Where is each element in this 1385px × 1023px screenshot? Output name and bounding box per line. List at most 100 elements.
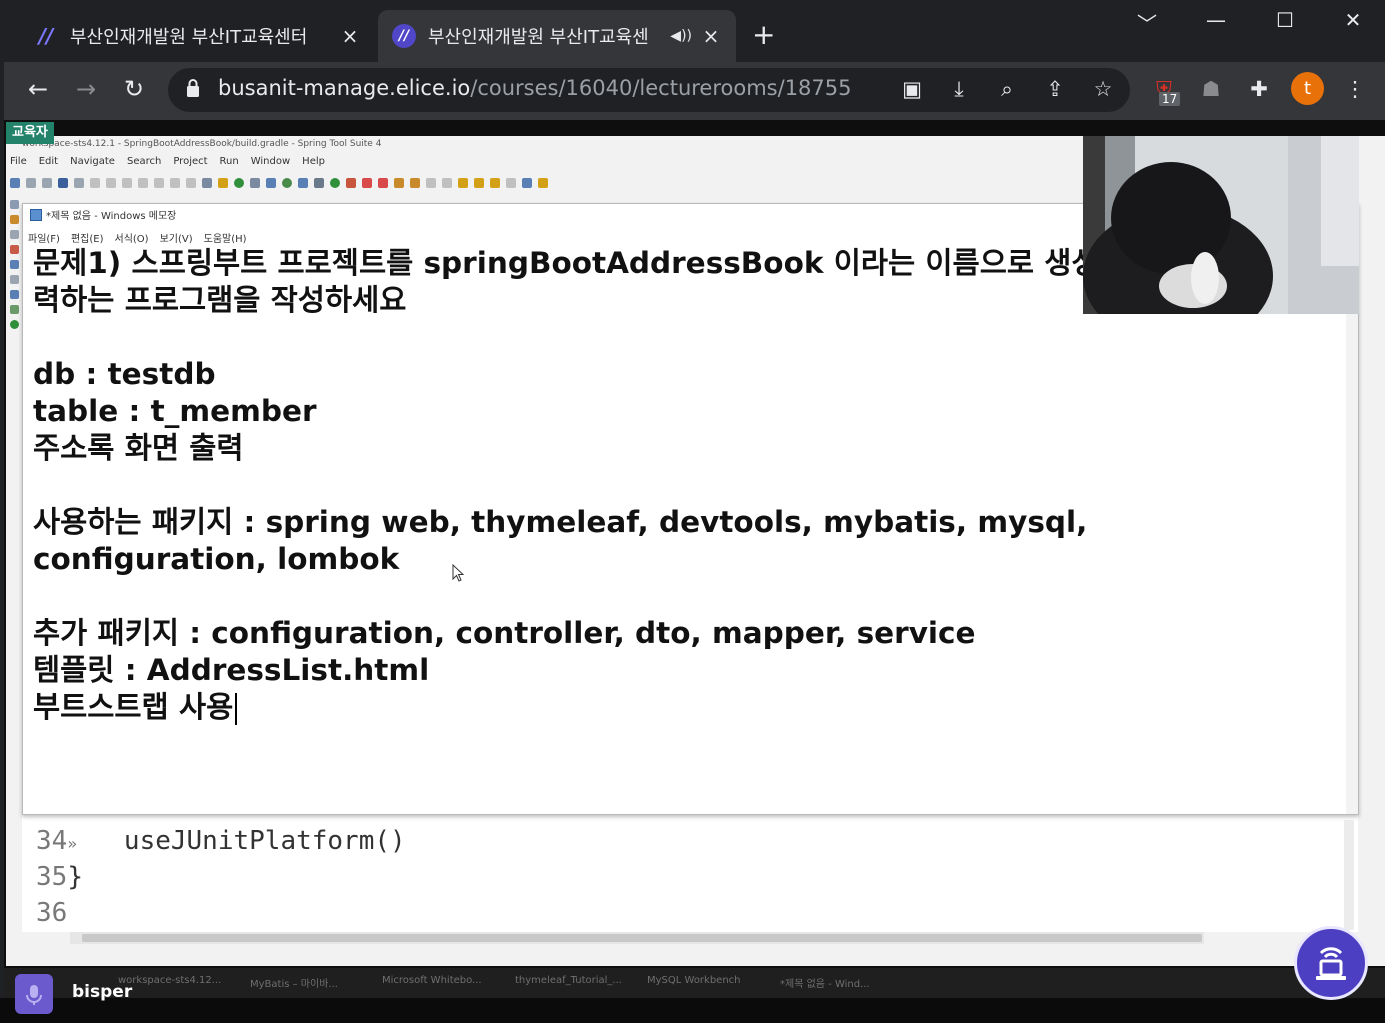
tasks-icon[interactable] bbox=[9, 230, 19, 239]
robot-extension-icon[interactable]: ☗ bbox=[1196, 76, 1226, 102]
forward-arrow-icon[interactable]: → bbox=[69, 74, 103, 104]
sts-menu-navigate[interactable]: Navigate bbox=[70, 156, 115, 167]
debug-icon[interactable] bbox=[314, 178, 324, 188]
notepad-menu-format[interactable]: 서식(O) bbox=[115, 230, 149, 245]
skip-breakpoints-icon[interactable] bbox=[74, 178, 84, 188]
more-menu-icon[interactable]: ⋮ bbox=[1340, 76, 1370, 102]
build-icon[interactable] bbox=[394, 178, 404, 188]
remote-control-button[interactable] bbox=[1294, 926, 1368, 1000]
servers-icon[interactable] bbox=[9, 275, 19, 284]
problems-icon[interactable] bbox=[9, 245, 19, 254]
search-icon[interactable] bbox=[298, 178, 308, 188]
profile-avatar[interactable]: t bbox=[1291, 72, 1324, 105]
run-external-icon[interactable] bbox=[346, 178, 356, 188]
spring-boot-icon[interactable] bbox=[234, 178, 244, 188]
back-arrow-icon[interactable]: ← bbox=[21, 74, 55, 104]
disconnect-icon[interactable] bbox=[138, 178, 148, 188]
step-over-icon[interactable] bbox=[170, 178, 180, 188]
notepad-scrollbar[interactable] bbox=[1346, 246, 1358, 814]
browser-tab-1[interactable]: // 부산인재개발원 부산IT교육센터 × bbox=[20, 10, 375, 62]
back-nav-icon[interactable] bbox=[490, 178, 500, 188]
browser-tab-2-active[interactable]: // 부산인재개발원 부산IT교육센 ◀)) × bbox=[378, 10, 736, 62]
new-server-icon[interactable] bbox=[250, 178, 260, 188]
last-edit-icon[interactable] bbox=[474, 178, 484, 188]
tab-close-icon[interactable]: × bbox=[700, 24, 722, 48]
pin-icon[interactable] bbox=[426, 178, 436, 188]
open-task-icon[interactable] bbox=[218, 178, 228, 188]
notepad-app-icon bbox=[30, 208, 42, 221]
spring-icon[interactable] bbox=[9, 320, 19, 329]
bookmark-star-icon[interactable]: ☆ bbox=[1088, 76, 1118, 102]
taskbar-item[interactable]: Microsoft Whitebo... bbox=[382, 975, 482, 986]
new-tab-button[interactable]: + bbox=[752, 20, 775, 50]
sts-menu-help[interactable]: Help bbox=[302, 156, 325, 167]
editor-vertical-scrollbar[interactable] bbox=[1344, 820, 1354, 930]
terminal-icon[interactable] bbox=[58, 178, 68, 188]
notepad-menu-view[interactable]: 보기(V) bbox=[160, 230, 193, 245]
mouse-cursor-icon bbox=[452, 564, 465, 582]
tab-close-icon[interactable]: × bbox=[339, 24, 361, 48]
notepad-menu-file[interactable]: 파일(F) bbox=[28, 230, 60, 245]
open-console-icon[interactable] bbox=[522, 178, 532, 188]
tab-title: 부산인재개발원 부산IT교육센터 bbox=[70, 27, 308, 48]
notepad-menu-edit[interactable]: 편집(E) bbox=[71, 230, 104, 245]
reload-icon[interactable]: ↻ bbox=[117, 74, 151, 104]
taskbar-item[interactable]: workspace-sts4.12... bbox=[118, 975, 221, 986]
url-text[interactable]: busanit-manage.elice.io/courses/16040/le… bbox=[218, 76, 852, 100]
stop-icon[interactable] bbox=[362, 178, 372, 188]
maximize-icon[interactable]: ☐ bbox=[1265, 8, 1305, 32]
pencil-icon[interactable] bbox=[410, 178, 420, 188]
web-browser-icon[interactable] bbox=[282, 178, 292, 188]
sts-menu-window[interactable]: Window bbox=[251, 156, 290, 167]
suspend-icon[interactable] bbox=[106, 178, 116, 188]
sts-menu-search[interactable]: Search bbox=[127, 156, 161, 167]
step-into-icon[interactable] bbox=[154, 178, 164, 188]
minimize-icon[interactable]: — bbox=[1196, 8, 1236, 32]
next-annotation-icon[interactable] bbox=[442, 178, 452, 188]
console-icon[interactable] bbox=[9, 260, 19, 269]
outline-icon[interactable] bbox=[9, 215, 19, 224]
open-type-icon[interactable] bbox=[202, 178, 212, 188]
taskbar-item[interactable]: *제목 없음 - Wind... bbox=[780, 975, 870, 990]
forward-nav-icon[interactable] bbox=[506, 178, 516, 188]
speaker-icon[interactable]: ◀)) bbox=[670, 28, 692, 44]
save-icon[interactable] bbox=[26, 178, 36, 188]
boot-dashboard-icon[interactable] bbox=[9, 290, 19, 299]
code-line-35: 35} bbox=[36, 862, 83, 892]
run-icon[interactable] bbox=[330, 178, 340, 188]
notepad-menu-bar: 파일(F) 편집(E) 서식(O) 보기(V) 도움말(H) bbox=[28, 230, 247, 245]
share-icon[interactable]: ⇪ bbox=[1040, 76, 1070, 102]
taskbar-item[interactable]: thymeleaf_Tutorial_... bbox=[515, 975, 622, 986]
line-number: 34 bbox=[36, 826, 68, 856]
code-line-34: 34» useJUnitPlatform() bbox=[36, 826, 406, 856]
mic-button[interactable] bbox=[15, 974, 53, 1014]
taskbar-item[interactable]: MyBatis – 마이바... bbox=[250, 975, 338, 990]
sts-menu-file[interactable]: File bbox=[10, 156, 27, 167]
package-explorer-icon[interactable] bbox=[9, 200, 19, 209]
camera-blocked-icon[interactable]: ▣ bbox=[897, 76, 927, 102]
notepad-menu-help[interactable]: 도움말(H) bbox=[204, 230, 247, 245]
progress-icon[interactable] bbox=[9, 305, 19, 314]
resume-icon[interactable] bbox=[90, 178, 100, 188]
sts-menu-bar: File Edit Navigate Search Project Run Wi… bbox=[10, 156, 325, 167]
sts-menu-project[interactable]: Project bbox=[173, 156, 207, 167]
close-window-icon[interactable]: ✕ bbox=[1333, 8, 1373, 32]
step-return-icon[interactable] bbox=[186, 178, 196, 188]
sts-menu-edit[interactable]: Edit bbox=[39, 156, 58, 167]
install-app-icon[interactable]: ⤓ bbox=[944, 76, 974, 102]
save-all-icon[interactable] bbox=[42, 178, 52, 188]
new-file-icon[interactable] bbox=[10, 178, 20, 188]
extensions-puzzle-icon[interactable]: ✚ bbox=[1244, 76, 1274, 102]
sts-left-trim bbox=[6, 200, 22, 380]
coverage-icon[interactable] bbox=[378, 178, 388, 188]
horizontal-scroll-thumb[interactable] bbox=[82, 934, 1202, 942]
prev-annotation-icon[interactable] bbox=[458, 178, 468, 188]
terminate-icon[interactable] bbox=[122, 178, 132, 188]
sts-menu-run[interactable]: Run bbox=[220, 156, 239, 167]
zoom-icon[interactable]: ⌕ bbox=[992, 76, 1022, 102]
tab-search-chevron-icon[interactable]: ﹀ bbox=[1127, 8, 1167, 37]
share-icon[interactable] bbox=[538, 178, 548, 188]
notepad-text-area[interactable]: 문제1) 스프링부트 프로젝트를 springBootAddressBook 이… bbox=[33, 245, 1099, 726]
taskbar-item[interactable]: MySQL Workbench bbox=[647, 975, 741, 986]
open-perspective-icon[interactable] bbox=[266, 178, 276, 188]
